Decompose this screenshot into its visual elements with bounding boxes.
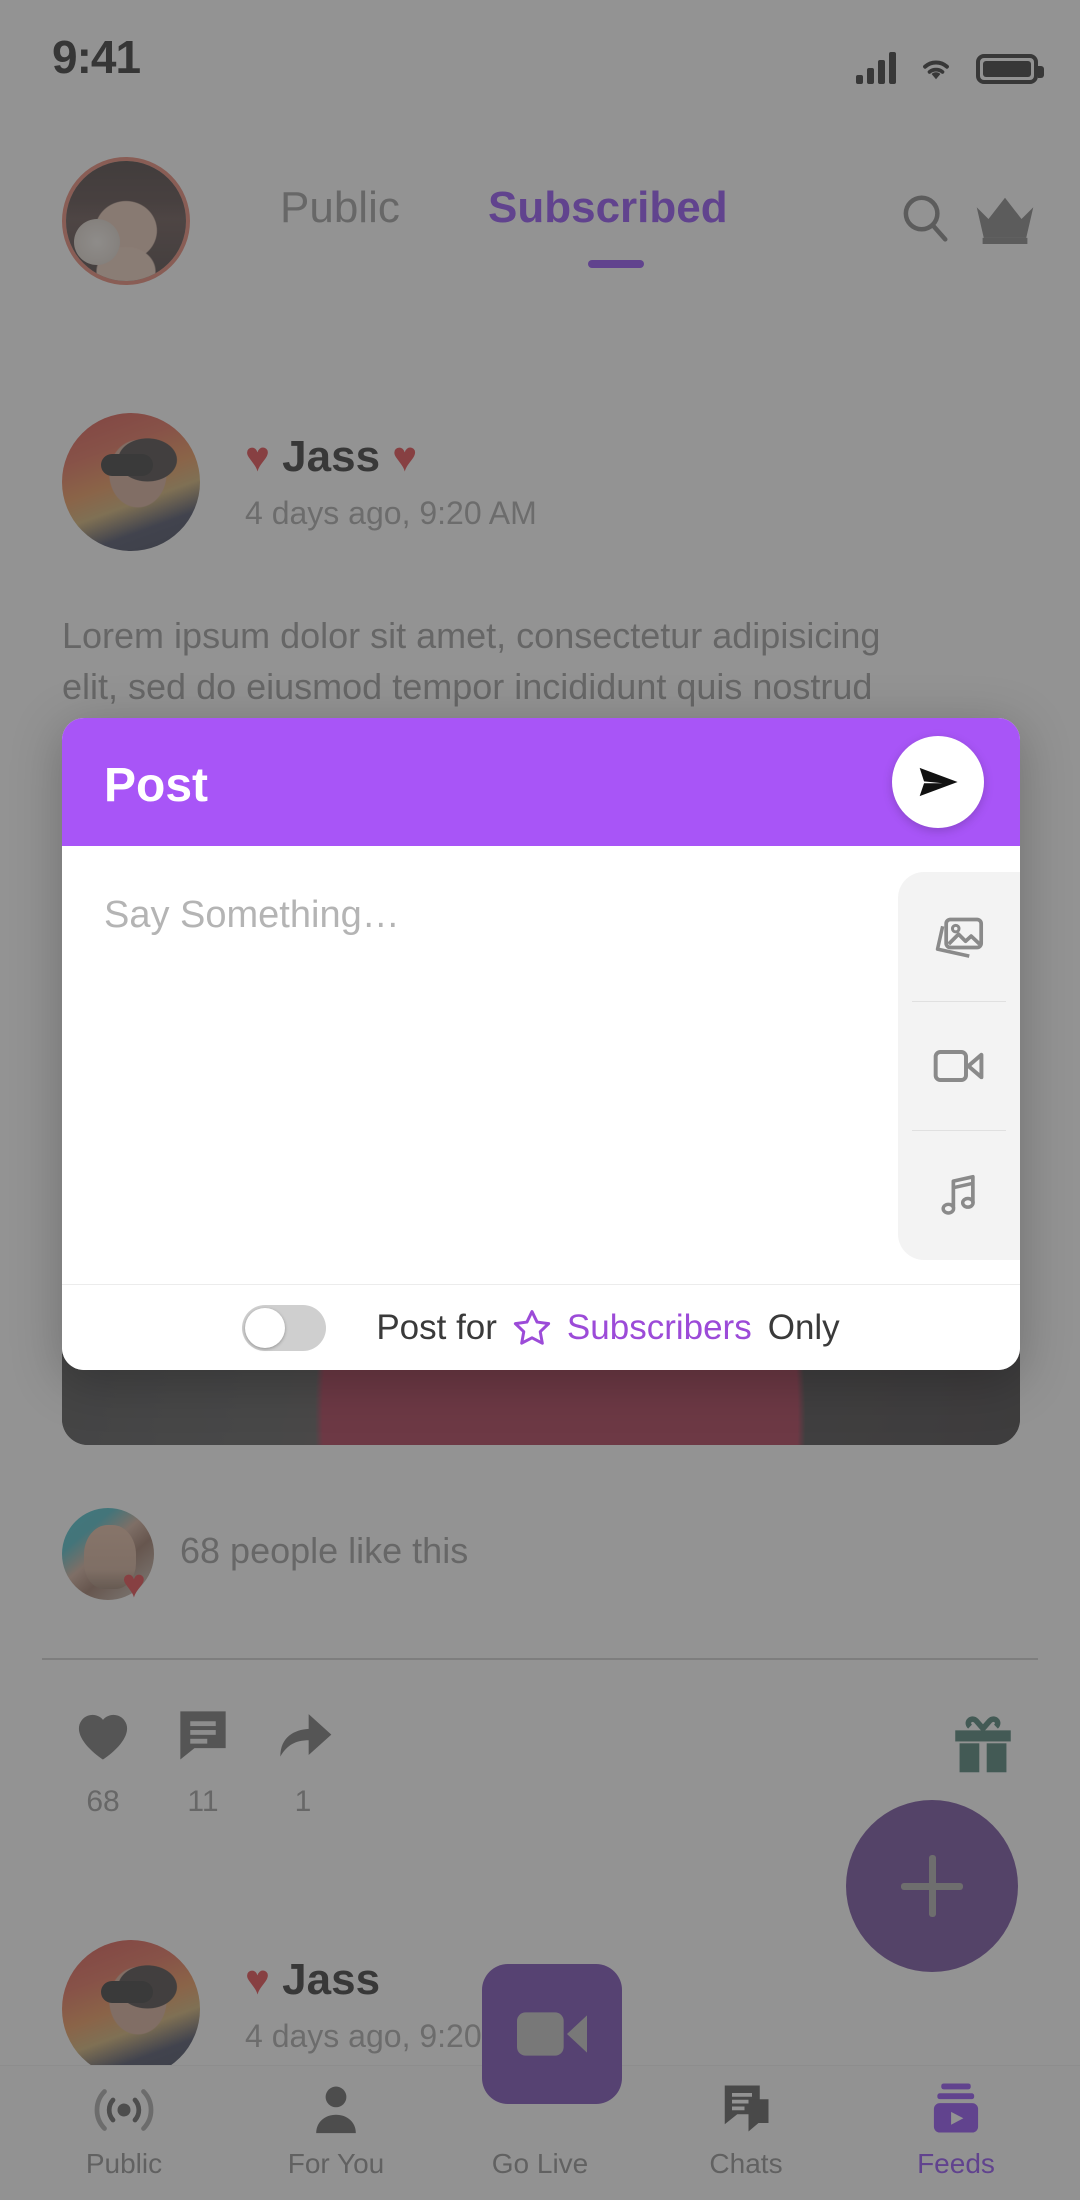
send-icon xyxy=(919,767,958,797)
composer-footer: Post for Subscribers Only xyxy=(62,1284,1020,1370)
attach-music-button[interactable] xyxy=(898,1130,1020,1259)
attach-video-button[interactable] xyxy=(898,1001,1020,1130)
star-icon xyxy=(511,1307,553,1349)
attachment-rail xyxy=(898,872,1020,1260)
music-icon xyxy=(941,1174,975,1215)
footer-subscribers-link[interactable]: Subscribers xyxy=(567,1308,752,1348)
composer-header: Post xyxy=(62,718,1020,846)
composer-title: Post xyxy=(104,759,209,812)
footer-suffix: Only xyxy=(767,1307,840,1347)
app-root: 9:41 Public Subscribed xyxy=(0,0,1080,2200)
composer-body: Say Something… xyxy=(62,846,1020,1284)
image-icon xyxy=(935,917,984,958)
send-button[interactable] xyxy=(892,736,984,828)
attach-image-button[interactable] xyxy=(898,872,1020,1001)
post-composer-modal: Post Say Something… Post for Subscribers… xyxy=(62,718,1020,1370)
subscribers-only-toggle[interactable] xyxy=(242,1304,327,1351)
composer-input[interactable]: Say Something… xyxy=(104,894,400,937)
video-icon xyxy=(933,1049,984,1082)
footer-prefix: Post for xyxy=(376,1307,497,1347)
